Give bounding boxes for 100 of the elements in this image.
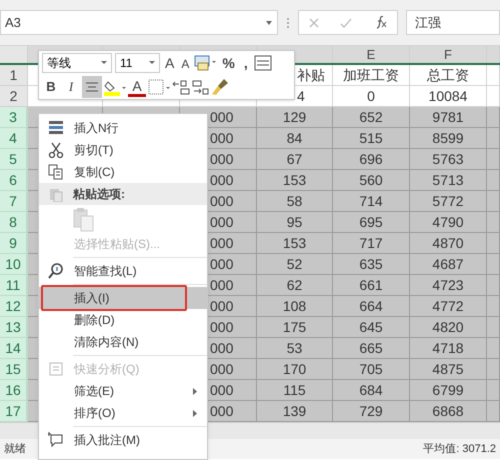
row-header[interactable]: 4 bbox=[0, 128, 28, 149]
font-color-button[interactable]: A bbox=[128, 77, 146, 97]
table-cell bbox=[487, 233, 500, 254]
table-cell bbox=[487, 86, 500, 107]
table-cell: 4718 bbox=[410, 338, 487, 359]
row-header[interactable]: 5 bbox=[0, 149, 28, 170]
formula-field[interactable]: 江强 bbox=[406, 10, 500, 35]
table-cell: 661 bbox=[333, 275, 410, 296]
table-cell: 4772 bbox=[410, 296, 487, 317]
table-cell: 52 bbox=[257, 254, 333, 275]
table-cell: 153 bbox=[257, 170, 333, 191]
format-painter-icon[interactable] bbox=[212, 78, 229, 96]
table-cell: 4687 bbox=[410, 254, 487, 275]
shrink-font-button[interactable]: A bbox=[179, 52, 192, 72]
row-header[interactable]: 17 bbox=[0, 401, 28, 422]
table-cell: 5763 bbox=[410, 149, 487, 170]
font-size-field[interactable]: 11 bbox=[115, 52, 160, 72]
table-cell: 717 bbox=[333, 233, 410, 254]
increase-decimal-icon[interactable] bbox=[172, 79, 190, 95]
table-cell: 695 bbox=[333, 212, 410, 233]
table-cell bbox=[487, 380, 500, 401]
table-cell: 4790 bbox=[410, 212, 487, 233]
check-icon[interactable] bbox=[340, 18, 352, 28]
quick-analysis-icon bbox=[48, 361, 64, 377]
table-cell: 714 bbox=[333, 191, 410, 212]
bold-button[interactable]: B bbox=[42, 77, 60, 97]
table-cell: 9781 bbox=[410, 107, 487, 128]
insert-rows-icon bbox=[48, 120, 64, 136]
dropdown-caret-icon[interactable] bbox=[101, 61, 107, 64]
table-cell bbox=[487, 65, 500, 86]
row-header[interactable]: 13 bbox=[0, 317, 28, 338]
table-cell: 515 bbox=[333, 128, 410, 149]
number-format-icon[interactable] bbox=[194, 54, 216, 70]
table-cell: 129 bbox=[257, 107, 333, 128]
table-cell: 84 bbox=[257, 128, 333, 149]
menu-item[interactable]: 插入批注(M) bbox=[73, 429, 207, 451]
row-header[interactable]: 11 bbox=[0, 275, 28, 296]
borders-icon[interactable] bbox=[148, 78, 170, 96]
table-cell: 67 bbox=[257, 149, 333, 170]
decrease-decimal-icon[interactable] bbox=[192, 79, 210, 95]
table-cell: 705 bbox=[333, 359, 410, 380]
row-header[interactable]: 15 bbox=[0, 359, 28, 380]
table-cell: 153 bbox=[257, 233, 333, 254]
copy-icon bbox=[48, 164, 64, 180]
row-header[interactable]: 6 bbox=[0, 170, 28, 191]
table-cell: 6799 bbox=[410, 380, 487, 401]
table-cell bbox=[487, 359, 500, 380]
table-cell: 664 bbox=[333, 296, 410, 317]
row-header[interactable]: 14 bbox=[0, 338, 28, 359]
grow-font-button[interactable]: A bbox=[163, 52, 176, 72]
menu-section-header: 粘贴选项: bbox=[73, 186, 125, 203]
format-button[interactable]: , bbox=[240, 52, 251, 72]
italic-button[interactable]: I bbox=[62, 77, 80, 97]
table-cell: 645 bbox=[333, 317, 410, 338]
row-header[interactable]: 9 bbox=[0, 233, 28, 254]
column-header[interactable]: E bbox=[333, 46, 410, 63]
dropdown-caret-icon[interactable] bbox=[149, 61, 155, 64]
table-cell: 665 bbox=[333, 338, 410, 359]
table-cell: 696 bbox=[333, 149, 410, 170]
table-cell: 53 bbox=[257, 338, 333, 359]
table-cell bbox=[487, 212, 500, 233]
table-cell: 0 bbox=[333, 86, 410, 107]
row-header[interactable]: 10 bbox=[0, 254, 28, 275]
row-header[interactable]: 16 bbox=[0, 380, 28, 401]
table-cell: 684 bbox=[333, 380, 410, 401]
table-cell: 139 bbox=[257, 401, 333, 422]
scissors-icon bbox=[48, 142, 64, 158]
status-text: 平均值: 3071.2 bbox=[423, 442, 496, 457]
name-box[interactable]: A3 bbox=[0, 10, 278, 35]
table-cell: 10084 bbox=[410, 86, 487, 107]
column-header[interactable]: F bbox=[410, 46, 487, 63]
table-cell: 108 bbox=[257, 296, 333, 317]
dropdown-caret-icon[interactable] bbox=[265, 20, 273, 26]
table-cell: 5772 bbox=[410, 191, 487, 212]
table-cell: 95 bbox=[257, 212, 333, 233]
row-header[interactable]: 1 bbox=[0, 65, 28, 86]
status-text: 就绪 bbox=[4, 442, 26, 457]
table-cell: 729 bbox=[333, 401, 410, 422]
table-cell bbox=[487, 275, 500, 296]
row-header[interactable]: 8 bbox=[0, 212, 28, 233]
table-cell bbox=[487, 170, 500, 191]
row-header[interactable]: 2 bbox=[0, 86, 28, 107]
table-cell bbox=[487, 107, 500, 128]
table-cell: 4870 bbox=[410, 233, 487, 254]
menu-item[interactable]: 智能查找(L) bbox=[73, 260, 207, 282]
table-cell bbox=[487, 338, 500, 359]
table-cell: 加班工资 bbox=[333, 65, 410, 86]
table-cell: 4875 bbox=[410, 359, 487, 380]
table-cell: 62 bbox=[257, 275, 333, 296]
table-cell: 6868 bbox=[410, 401, 487, 422]
font-field[interactable]: 等线 bbox=[42, 52, 112, 72]
format-button[interactable]: % bbox=[219, 52, 238, 72]
merge-center-icon[interactable] bbox=[254, 54, 272, 70]
row-header[interactable]: 7 bbox=[0, 191, 28, 212]
table-cell: 560 bbox=[333, 170, 410, 191]
table-cell bbox=[487, 317, 500, 338]
magnifier-icon bbox=[48, 263, 64, 279]
row-header[interactable]: 12 bbox=[0, 296, 28, 317]
table-cell: 总工资 bbox=[410, 65, 487, 86]
row-header[interactable]: 3 bbox=[0, 107, 28, 128]
